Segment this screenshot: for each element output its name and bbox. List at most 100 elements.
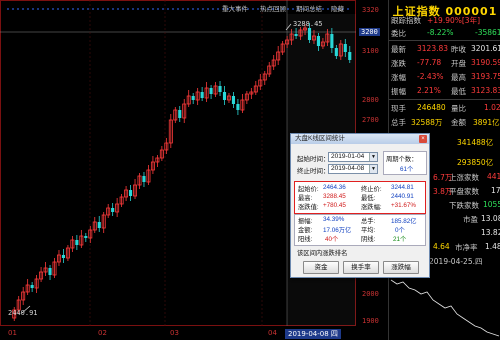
funds-button[interactable]: 资金 [303, 261, 339, 274]
quote-label: 涨幅 [391, 73, 406, 82]
start-date-value: 2019-01-04 [331, 153, 365, 160]
quote-row: 涨幅 -2.43% 最高 3193.75 [389, 72, 500, 83]
close-icon[interactable]: × [419, 135, 427, 143]
quote-row: 涨跌 -77.78 开盘 3190.59 [389, 58, 500, 69]
quote-value: 2.21% [417, 86, 441, 95]
stat-value: +31.67% [391, 202, 417, 209]
stat-value: 21个 [393, 236, 407, 243]
quote-value: 17 [491, 186, 500, 195]
quote-date: 2019-04-25.四 [429, 257, 483, 266]
start-date-picker[interactable]: 2019-01-04 ▼ [328, 152, 378, 162]
quote-label: 上涨家数 [449, 173, 479, 182]
quote-value: 3123.83 [471, 86, 500, 95]
price-axis-label: 2800 [362, 96, 379, 104]
extra-stats-box: 振幅: 34.39% 总手: 185.82亿 金额: 17.06万亿 平均: 0… [294, 214, 426, 246]
dialog-title: 大盘K线区间统计 [295, 135, 345, 142]
quote-value: 13.82 [481, 228, 500, 237]
stat-value: 17.06万亿 [323, 227, 352, 234]
quote-row: 总手 32588万 金额 3891亿 [389, 117, 500, 128]
end-date-picker[interactable]: 2019-04-08 ▼ [328, 164, 378, 174]
quote-value: 441 [487, 172, 500, 181]
chevron-down-icon[interactable]: ▼ [369, 165, 377, 173]
quote-value: 3193.75 [471, 72, 500, 81]
stat-label: 涨跌值: [298, 204, 319, 211]
change-pct-button[interactable]: 涨跌幅 [383, 261, 419, 274]
start-time-label: 起始时间： [297, 156, 330, 163]
quote-label: 下跌家数 [449, 201, 479, 210]
end-date-value: 2019-04-08 [331, 165, 365, 172]
stat-value: 0个 [395, 227, 405, 234]
quote-value: 341488亿 [457, 138, 494, 147]
price-axis-label: 3100 [362, 47, 379, 55]
stat-value: 40个 [325, 236, 339, 243]
quote-value: 1.02 [484, 103, 500, 112]
turnover-rate-button[interactable]: 换手率 [343, 261, 379, 274]
quote-value: 3123.83 [417, 44, 449, 53]
quote-row: 现手 246480 量比 1.02 [389, 103, 500, 114]
highlighted-stats-box: 起始价: 2464.36 终止价: 3244.81 最高: 3288.45 最低… [294, 181, 426, 214]
x-axis-label: 04 [268, 329, 277, 337]
quote-label: 振幅 [391, 87, 406, 96]
quote-value: 13.08 [481, 214, 500, 223]
quote-value: -2.43% [417, 72, 444, 81]
quote-value: +19.90%[3年] [427, 16, 481, 25]
quote-label: 最新 [391, 45, 406, 54]
stat-label: 总手: [361, 218, 376, 225]
period-value: 61个 [400, 166, 414, 173]
stat-value: 185.82亿 [391, 218, 417, 225]
quote-value: 32588万 [411, 118, 443, 127]
min-price-annotation: 2440.91 [8, 309, 38, 317]
quote-value: 293850亿 [457, 158, 494, 167]
quote-value: 3891亿 [473, 118, 500, 127]
quote-label: 委比 [391, 29, 406, 38]
quote-row: 振幅 2.21% 最低 3123.83 [389, 86, 500, 97]
quote-fragment: 4.64 [433, 242, 450, 251]
stat-label: 终止价: [361, 186, 382, 193]
stat-value: 2464.36 [323, 184, 346, 191]
stat-label: 起始价: [298, 186, 319, 193]
quote-label: 量比 [451, 104, 466, 113]
max-price-annotation: 3288.45 [293, 20, 323, 28]
quote-value: 1055 [483, 200, 500, 209]
quote-value: -77.78 [417, 58, 442, 67]
x-axis-crosshair-date: 2019-04-08 四 [285, 329, 341, 339]
quote-label: 跟踪指数 [391, 16, 421, 25]
quote-label: 总手 [391, 118, 406, 127]
interval-stats-dialog[interactable]: 大盘K线区间统计 × 起始时间： 2019-01-04 ▼ 终止时间： 2019… [290, 133, 430, 278]
stat-value: 34.39% [323, 216, 345, 223]
stat-label: 振幅: [298, 218, 313, 225]
event-label-hot[interactable]: 热点回顾 [260, 3, 286, 13]
quote-value: 246480 [417, 103, 446, 112]
price-axis-label: 1900 [362, 317, 379, 325]
stat-label: 最高: [298, 195, 313, 202]
event-label-hide[interactable]: 隐藏 [331, 3, 344, 13]
chevron-down-icon[interactable]: ▼ [369, 153, 377, 161]
stat-label: 金额: [298, 227, 313, 234]
quote-value: -8.22% [427, 28, 454, 37]
dialog-titlebar[interactable]: 大盘K线区间统计 × [291, 134, 429, 144]
quote-label: 金额 [451, 118, 466, 127]
quote-value: -35861 [475, 28, 500, 37]
event-label-summary[interactable]: 期间总结 [296, 3, 322, 13]
stat-label: 阴线: [361, 236, 376, 243]
quote-label: 平盘家数 [449, 187, 479, 196]
quote-value: 3201.61 [471, 44, 500, 53]
mini-timeline-chart [390, 279, 500, 337]
event-label-major[interactable]: 重大事件 [222, 3, 248, 13]
stat-value: 2440.91 [391, 193, 414, 200]
quote-row: 跟踪指数 +19.90%[3年] [389, 15, 500, 26]
period-count-box: 周期个数： 61个 [383, 151, 427, 175]
x-axis-label: 02 [98, 329, 107, 337]
quote-label: 最高 [451, 73, 466, 82]
price-axis-highlight: 3200 [359, 28, 380, 36]
end-time-label: 终止时间： [297, 168, 330, 175]
stat-label: 阳线: [298, 236, 313, 243]
quote-label: 涨跌 [391, 59, 406, 68]
quote-label: 现手 [391, 104, 406, 113]
stat-value: 3288.45 [323, 193, 346, 200]
quote-label: 最低 [451, 87, 466, 96]
stat-label: 平均: [361, 227, 376, 234]
stat-value: +780.45 [323, 202, 346, 209]
stat-label: 涨跌幅: [361, 204, 382, 211]
quote-value: 1.48 [485, 242, 500, 251]
